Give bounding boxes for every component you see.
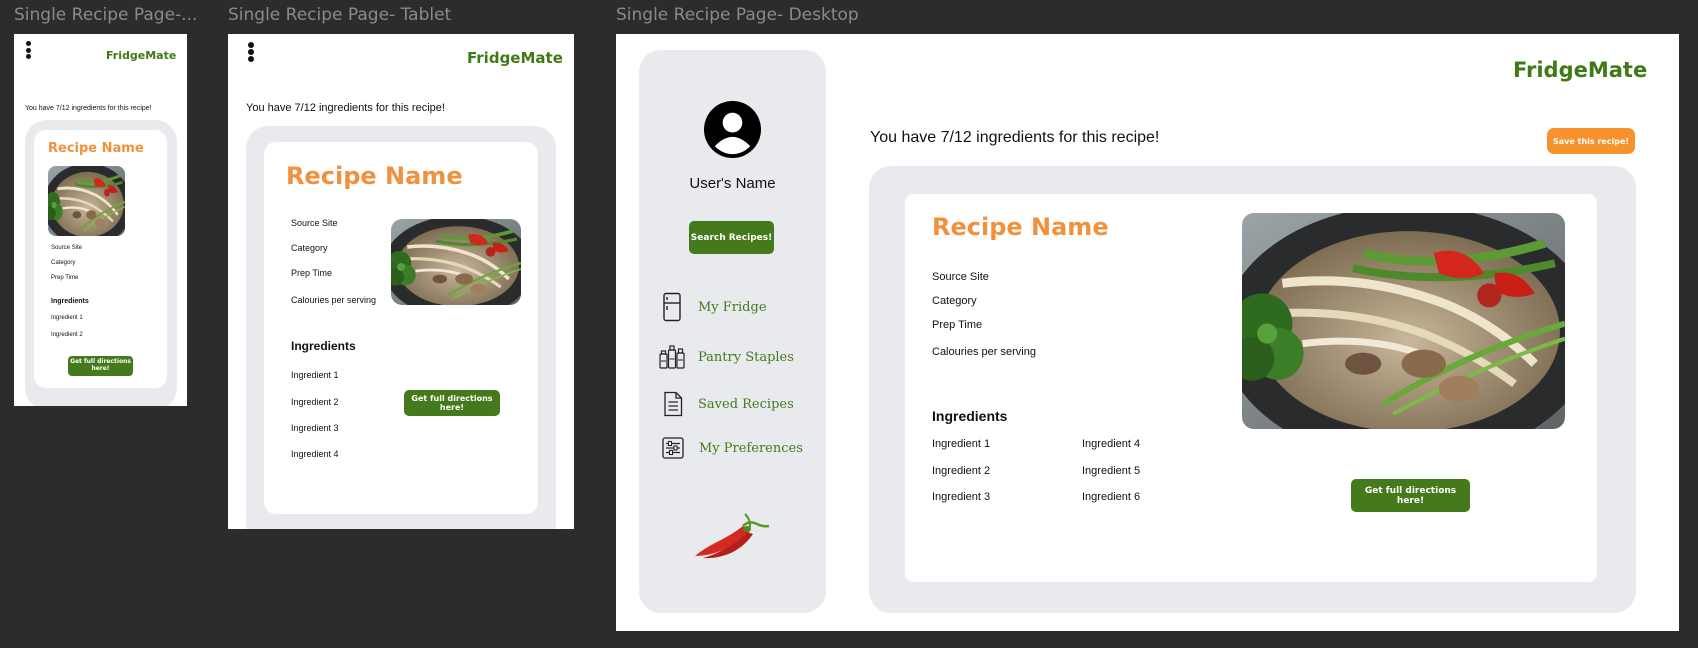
sidebar-item-my-fridge[interactable]: My Fridge bbox=[660, 292, 767, 322]
user-avatar-icon[interactable] bbox=[703, 100, 762, 159]
ingredient-item: Ingredient 2 bbox=[291, 397, 339, 407]
source-site: Source Site bbox=[51, 245, 83, 251]
recipe-name: Recipe Name bbox=[48, 141, 144, 156]
prep-time: Prep Time bbox=[291, 268, 333, 278]
ingredients-have-text: You have 7/12 ingredients for this recip… bbox=[246, 102, 445, 114]
recipe-photo bbox=[391, 219, 521, 305]
logo[interactable]: FridgeMate bbox=[106, 49, 176, 62]
pantry-jars-icon bbox=[659, 345, 685, 369]
ingredient-item: Ingredient 3 bbox=[932, 491, 991, 503]
mobile-frame: FridgeMate You have 7/12 ingredients for… bbox=[14, 34, 187, 406]
category: Category bbox=[51, 260, 76, 266]
ingredients-heading: Ingredients bbox=[291, 339, 356, 353]
logo[interactable]: FridgeMate bbox=[467, 49, 563, 67]
ingredients-have-text: You have 7/12 ingredients for this recip… bbox=[870, 129, 1160, 146]
recipe-photo bbox=[1242, 213, 1565, 429]
source-site: Source Site bbox=[932, 271, 989, 283]
recipe-photo bbox=[48, 166, 125, 236]
ingredient-item: Ingredient 4 bbox=[291, 449, 339, 459]
get-directions-button[interactable]: Get full directions here! bbox=[404, 390, 500, 416]
source-site: Source Site bbox=[291, 218, 338, 228]
sidebar-item-label: Pantry Staples bbox=[698, 349, 794, 365]
get-directions-button[interactable]: Get full directions here! bbox=[68, 356, 133, 376]
ingredients-heading: Ingredients bbox=[51, 298, 89, 305]
prep-time: Prep Time bbox=[932, 319, 983, 331]
ingredient-item: Ingredient 1 bbox=[51, 315, 83, 321]
ingredients-have-text: You have 7/12 ingredients for this recip… bbox=[25, 105, 152, 112]
ingredients-heading: Ingredients bbox=[932, 408, 1008, 424]
chili-pepper-icon bbox=[693, 512, 771, 560]
sidebar-item-label: Saved Recipes bbox=[698, 396, 794, 412]
search-recipes-button[interactable]: Search Recipes! bbox=[689, 221, 774, 254]
ingredient-item: Ingredient 6 bbox=[1082, 491, 1141, 503]
sidebar-item-my-preferences[interactable]: My Preferences bbox=[661, 436, 803, 460]
ingredient-item: Ingredient 4 bbox=[1082, 438, 1141, 450]
sidebar-item-pantry-staples[interactable]: Pantry Staples bbox=[658, 344, 794, 370]
ingredient-item: Ingredient 1 bbox=[291, 370, 339, 380]
sliders-icon bbox=[662, 437, 684, 459]
recipe-name: Recipe Name bbox=[286, 162, 463, 190]
ingredient-item: Ingredient 2 bbox=[51, 332, 83, 338]
category: Category bbox=[932, 295, 977, 307]
document-icon bbox=[664, 391, 683, 417]
get-directions-button[interactable]: Get full directions here! bbox=[1351, 479, 1470, 512]
sidebar-item-label: My Fridge bbox=[698, 299, 767, 315]
ingredient-item: Ingredient 1 bbox=[932, 438, 991, 450]
tablet-frame: FridgeMate You have 7/12 ingredients for… bbox=[228, 34, 574, 529]
menu-kebab-icon[interactable] bbox=[246, 42, 256, 62]
ingredient-item: Ingredient 2 bbox=[932, 465, 991, 477]
menu-kebab-icon[interactable] bbox=[24, 41, 32, 59]
calories: Calouries per serving bbox=[932, 346, 1036, 358]
desktop-frame-title: Single Recipe Page- Desktop bbox=[616, 5, 859, 25]
desktop-frame: User's Name Search Recipes! My Fridge Pa… bbox=[616, 34, 1679, 631]
sidebar-item-saved-recipes[interactable]: Saved Recipes bbox=[662, 391, 794, 417]
ingredient-item: Ingredient 3 bbox=[291, 423, 339, 433]
tablet-frame-title: Single Recipe Page- Tablet bbox=[228, 5, 452, 25]
sidebar-item-label: My Preferences bbox=[699, 440, 803, 456]
fridge-icon bbox=[663, 292, 681, 322]
calories: Calouries per serving bbox=[291, 295, 377, 305]
category: Category bbox=[291, 243, 328, 253]
logo[interactable]: FridgeMate bbox=[1513, 58, 1647, 82]
user-name: User's Name bbox=[689, 175, 776, 192]
recipe-name: Recipe Name bbox=[932, 213, 1109, 241]
prep-time: Prep Time bbox=[51, 275, 79, 281]
mobile-frame-title: Single Recipe Page-... bbox=[14, 5, 198, 25]
ingredient-item: Ingredient 5 bbox=[1082, 465, 1141, 477]
save-recipe-button[interactable]: Save this recipe! bbox=[1547, 128, 1635, 154]
